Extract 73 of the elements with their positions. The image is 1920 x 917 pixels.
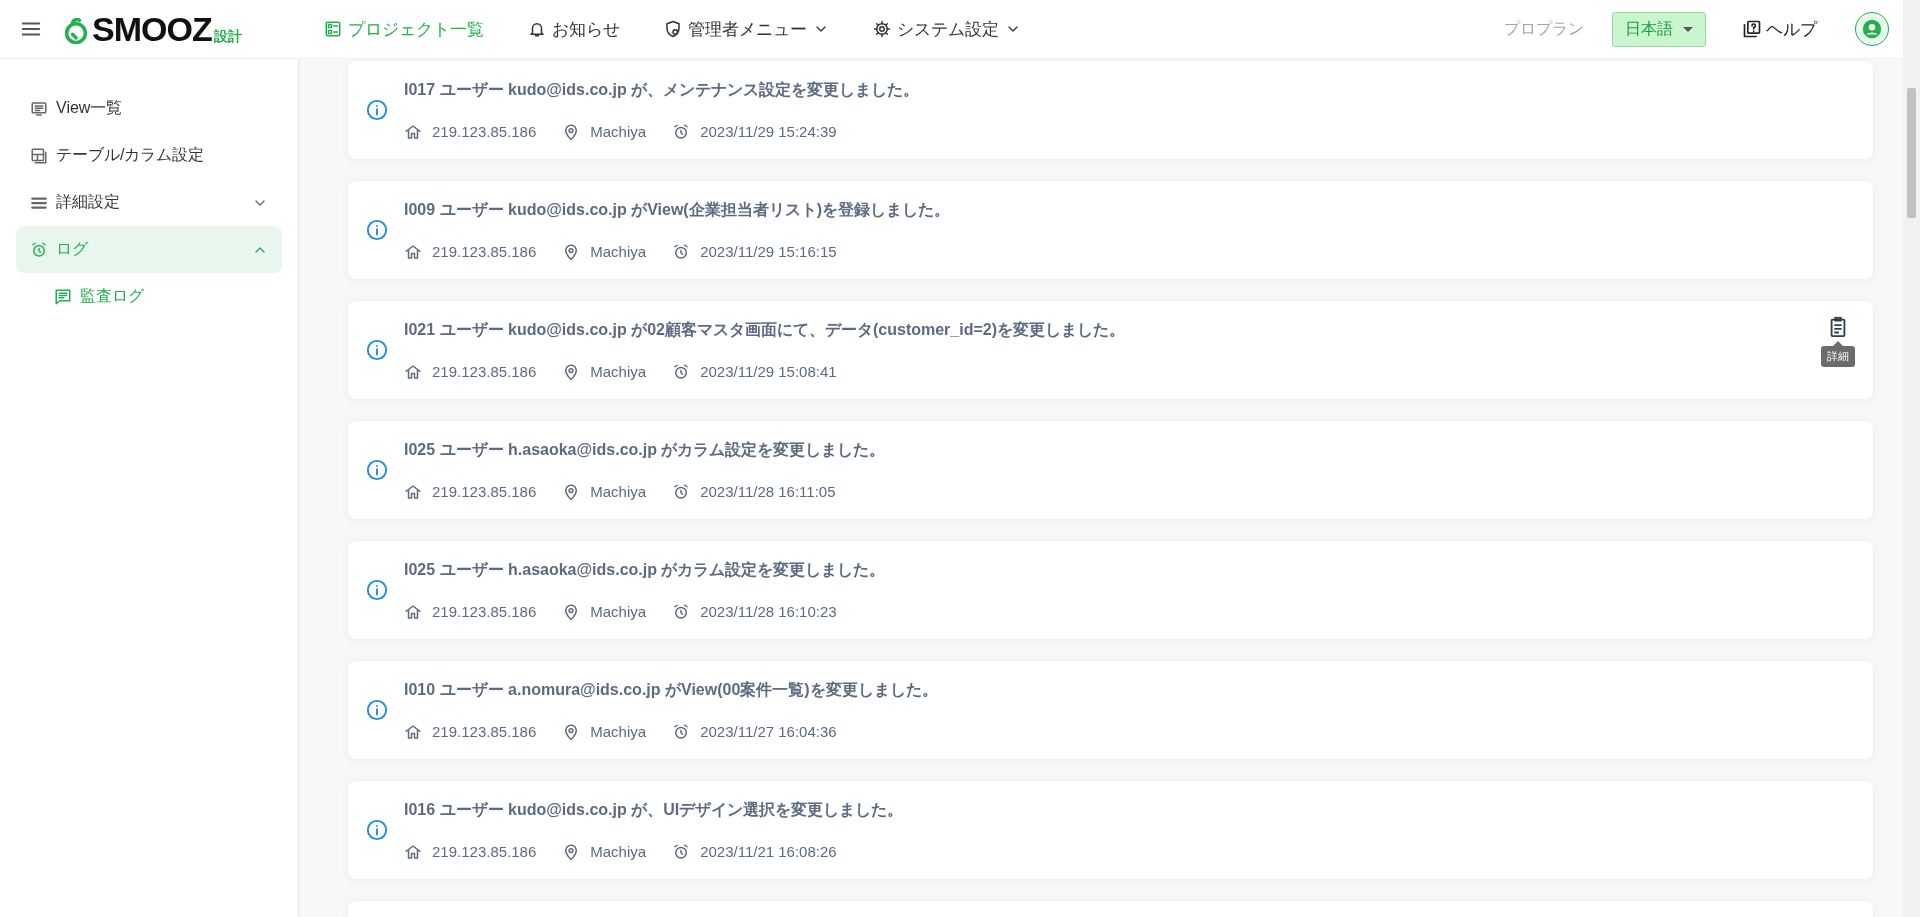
location: Machiya <box>590 243 647 260</box>
timestamp: 2023/11/29 15:16:15 <box>700 243 837 260</box>
logo-icon <box>62 18 90 46</box>
plan-label: プロプラン <box>1504 18 1584 39</box>
settings-icon <box>872 20 891 38</box>
location: Machiya <box>590 363 647 380</box>
logo-wordmark: SMOOZ <box>92 12 212 46</box>
ip-address: 219.123.85.186 <box>432 363 537 380</box>
logo-suffix: 設計 <box>213 28 242 46</box>
log-message: I021 ユーザー kudo@ids.co.jp が02顧客マスタ画面にて、データ(customer_id=2)を変更しました。 <box>404 319 1126 340</box>
info-icon <box>366 579 388 601</box>
sidebar-item[interactable]: View一覧 <box>16 85 282 132</box>
ip-address: 219.123.85.186 <box>432 483 537 500</box>
location: Machiya <box>590 723 647 740</box>
location: Machiya <box>590 483 647 500</box>
alarm-clock-icon <box>672 362 691 381</box>
timestamp: 2023/11/29 15:08:41 <box>700 363 837 380</box>
info-icon <box>366 699 388 721</box>
timestamp: 2023/11/21 16:08:26 <box>700 843 837 860</box>
info-icon <box>366 99 388 121</box>
home-icon <box>404 842 422 861</box>
home-icon <box>404 722 422 741</box>
ip-address: 219.123.85.186 <box>432 123 537 140</box>
info-icon <box>366 819 388 841</box>
info-icon <box>366 339 388 361</box>
log-message: I025 ユーザー h.asaoka@ids.co.jp がカラム設定を変更しました。 <box>404 559 886 580</box>
sidebar-item[interactable]: 詳細設定 <box>16 179 282 226</box>
home-icon <box>404 602 422 621</box>
home-icon <box>404 482 422 501</box>
ip-address: 219.123.85.186 <box>432 603 537 620</box>
scrollbar[interactable] <box>1903 0 1920 917</box>
location: Machiya <box>590 603 647 620</box>
monitor-icon <box>30 99 48 118</box>
sidebar-item[interactable]: テーブル/カラム設定 <box>16 132 282 179</box>
info-icon <box>366 459 388 481</box>
ip-address: 219.123.85.186 <box>432 843 537 860</box>
help-icon <box>1742 19 1762 39</box>
nav-item[interactable]: 管理者メニュー <box>651 9 841 49</box>
timestamp: 2023/11/29 15:24:39 <box>700 123 837 140</box>
location: Machiya <box>590 123 647 140</box>
timestamp: 2023/11/28 16:11:05 <box>700 483 836 500</box>
alarm-clock-icon <box>672 482 691 501</box>
avatar-button[interactable] <box>1855 12 1889 46</box>
ip-address: 219.123.85.186 <box>432 723 537 740</box>
log-message: I025 ユーザー h.asaoka@ids.co.jp がカラム設定を変更しました。 <box>404 439 886 460</box>
note-icon <box>54 287 72 306</box>
location: Machiya <box>590 843 647 860</box>
user-icon <box>1861 18 1883 40</box>
ip-address: 219.123.85.186 <box>432 243 537 260</box>
log-message: I009 ユーザー kudo@ids.co.jp がView(企業担当者リスト)を登録しました。 <box>404 199 951 220</box>
info-icon <box>366 219 388 241</box>
alarm-clock-icon <box>30 240 48 259</box>
alarm-clock-icon <box>672 602 691 621</box>
tooltip: 詳細 <box>1821 341 1855 367</box>
grid-icon <box>323 20 342 38</box>
home-icon <box>404 362 422 381</box>
alarm-clock-icon <box>672 122 691 141</box>
help-link[interactable]: ヘルプ <box>1736 16 1823 42</box>
alarm-clock-icon <box>672 842 691 861</box>
alarm-clock-icon <box>672 242 691 261</box>
shield-icon <box>663 20 682 38</box>
table-icon <box>30 146 48 165</box>
timestamp: 2023/11/28 16:10:23 <box>700 603 837 620</box>
log-message: I017 ユーザー kudo@ids.co.jp が、メンテナンス設定を変更しました。 <box>404 79 920 100</box>
timestamp: 2023/11/27 16:04:36 <box>700 723 837 740</box>
nav-item[interactable]: お知らせ <box>515 9 632 49</box>
bell-icon <box>527 20 546 38</box>
log-message: I010 ユーザー a.nomura@ids.co.jp がView(00案件一覧)を変更しました。 <box>404 679 938 700</box>
alarm-clock-icon <box>672 722 691 741</box>
home-icon <box>404 242 422 261</box>
home-icon <box>404 122 422 141</box>
log-message: I016 ユーザー kudo@ids.co.jp が、UIデザイン選択を変更しました。 <box>404 799 904 820</box>
nav-item[interactable]: システム設定 <box>860 9 1033 49</box>
